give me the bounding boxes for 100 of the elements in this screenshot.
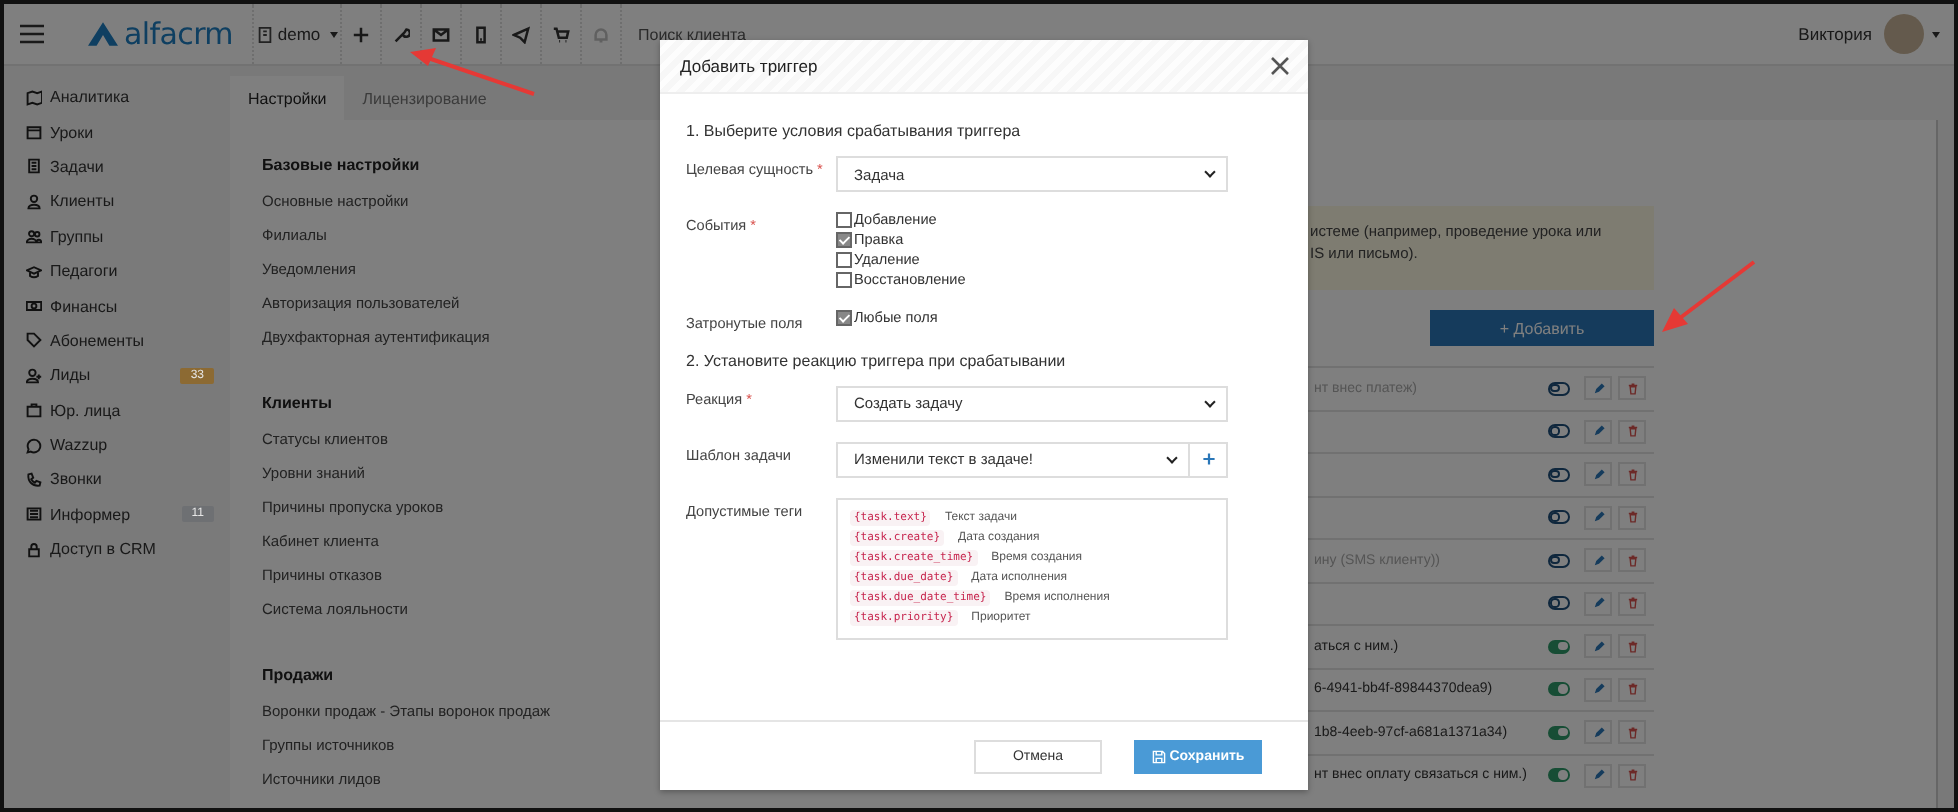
pencil-icon [1591,467,1605,482]
delete-button[interactable] [1618,677,1646,702]
sidebar-item[interactable]: Wazzup [4,427,230,463]
user-name[interactable]: Виктория [1798,24,1872,44]
paper-plane-icon[interactable] [512,25,530,43]
delete-button[interactable] [1618,591,1646,616]
graduation-cap-icon [26,263,42,280]
toggle-switch[interactable] [1548,467,1570,482]
tab[interactable]: Настройки [230,76,345,120]
tag-icon [26,332,42,349]
pencil-icon [1591,424,1605,439]
sidebar-item[interactable]: Аналитика [4,80,230,115]
edit-button[interactable] [1584,548,1612,573]
arrow-annotation [1662,260,1756,332]
trash-icon [1625,639,1639,654]
edit-button[interactable] [1584,419,1612,444]
pencil-icon [1591,510,1605,525]
people-icon [26,228,42,245]
document-icon [26,158,42,175]
section-heading: 1. Выберите условия срабатывания триггера [686,122,1023,140]
edit-button[interactable] [1584,505,1612,530]
branch-dropdown[interactable]: demo [252,4,340,64]
toggle-switch[interactable] [1548,424,1570,439]
arrow-annotation [410,48,535,96]
sidebar-item[interactable]: Доступ в CRM [4,532,230,567]
section-heading: Клиенты [262,394,332,412]
section-heading: Продажи [262,666,334,684]
trash-icon [1625,768,1639,783]
close-icon [1270,55,1290,75]
trash-icon [1625,424,1639,439]
sidebar-item[interactable]: Педагоги [4,253,230,289]
add-template-button[interactable] [1188,441,1228,477]
sidebar-item[interactable]: Финансы [4,288,230,324]
edit-button[interactable] [1584,720,1612,745]
sidebar-item[interactable]: Абонементы [4,323,230,359]
trash-icon [1625,553,1639,568]
triangle-logo-icon [88,22,118,46]
toggle-switch[interactable] [1548,596,1570,611]
trash-icon [1625,725,1639,740]
delete-button[interactable] [1618,505,1646,530]
sidebar-item[interactable]: Уроки [4,114,230,150]
menu-icon[interactable] [20,24,44,44]
edit-button[interactable] [1584,462,1612,487]
pencil-icon [1591,768,1605,783]
delete-button[interactable] [1618,763,1646,788]
person-icon [26,193,42,210]
logo-text: alfacrm [124,16,233,52]
building-icon [255,25,274,43]
pencil-icon [1591,553,1605,568]
map-icon [26,89,42,106]
newspaper-icon [26,506,42,523]
edit-button[interactable] [1584,634,1612,659]
pencil-icon [1591,725,1605,740]
pencil-icon [1591,682,1605,697]
wrench-icon[interactable] [392,25,410,43]
pencil-icon [1591,381,1605,396]
edit-button[interactable] [1584,677,1612,702]
chat-bubble-icon [26,437,42,454]
sidebar-item[interactable]: Клиенты [4,184,230,220]
edit-button[interactable] [1584,763,1612,788]
toggle-switch[interactable] [1548,381,1570,396]
toggle-switch[interactable] [1548,725,1570,740]
trash-icon [1625,381,1639,396]
toggle-switch[interactable] [1548,553,1570,568]
briefcase-icon [26,402,42,419]
trash-icon [1625,596,1639,611]
sidebar-item[interactable]: Группы [4,219,230,254]
edit-button[interactable] [1584,376,1612,401]
trash-icon [1625,467,1639,482]
toggle-switch[interactable] [1548,682,1570,697]
tab[interactable]: Лицензирование [344,76,505,120]
sidebar-item[interactable]: Юр. лица [4,393,230,428]
pencil-icon [1591,596,1605,611]
toggle-switch[interactable] [1548,639,1570,654]
person-plus-icon [26,367,42,384]
delete-button[interactable] [1618,548,1646,573]
delete-button[interactable] [1618,634,1646,659]
plus-icon[interactable] [352,25,370,43]
add-button[interactable]: + Добавить [1430,310,1654,346]
delete-button[interactable] [1618,720,1646,745]
pencil-icon [1591,639,1605,654]
lock-icon [26,541,42,558]
section-heading: 2. Установите реакцию триггера при срабатывании [686,351,1068,369]
envelope-icon[interactable] [432,25,450,43]
trash-icon [1625,510,1639,525]
sidebar-item[interactable]: Звонки [4,462,230,498]
caret-icon [330,31,339,37]
mobile-phone-icon[interactable] [472,25,490,43]
edit-button[interactable] [1584,591,1612,616]
cart-icon[interactable] [552,25,570,43]
delete-button[interactable] [1618,462,1646,487]
caret-icon[interactable] [1932,31,1940,37]
toggle-switch[interactable] [1548,768,1570,783]
close-button[interactable] [1270,55,1292,77]
plus-icon [1201,452,1215,466]
sidebar-item[interactable]: Задачи [4,149,230,185]
delete-button[interactable] [1618,376,1646,401]
toggle-switch[interactable] [1548,510,1570,525]
phone-icon [26,471,42,488]
delete-button[interactable] [1618,419,1646,444]
